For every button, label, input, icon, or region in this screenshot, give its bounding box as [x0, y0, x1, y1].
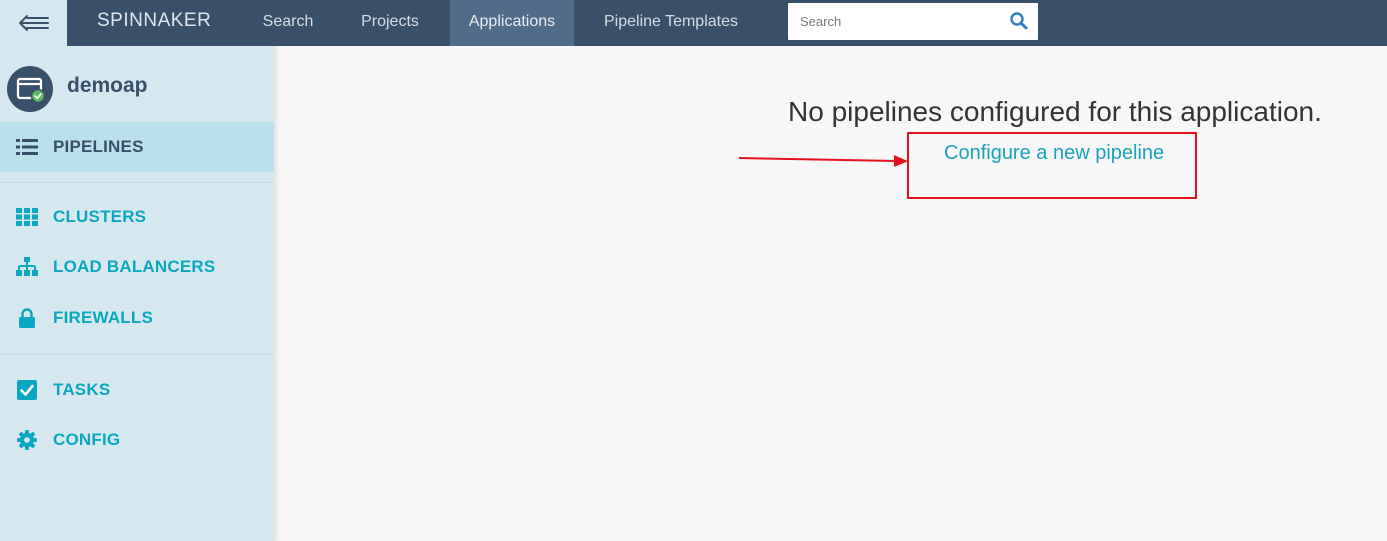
- application-icon: [7, 66, 53, 112]
- sidebar-item-tasks[interactable]: TASKS: [0, 365, 274, 415]
- grid-icon: [16, 206, 38, 228]
- brand-logo[interactable]: SPINNAKER: [97, 0, 211, 46]
- arrow-left-menu-icon: [18, 15, 49, 31]
- sidebar-divider: [0, 182, 274, 183]
- sidebar-item-label: CLUSTERS: [53, 207, 147, 226]
- annotation-arrow-icon: [738, 155, 908, 167]
- nav-applications[interactable]: Applications: [450, 0, 574, 46]
- sidebar-item-pipelines[interactable]: PIPELINES: [0, 122, 274, 172]
- collapse-menu-button[interactable]: [0, 0, 67, 46]
- sidebar-item-clusters[interactable]: CLUSTERS: [0, 192, 274, 242]
- sitemap-icon: [16, 256, 38, 278]
- sidebar-item-label: PIPELINES: [53, 137, 144, 156]
- nav-pipeline-templates[interactable]: Pipeline Templates: [590, 0, 752, 46]
- annotation-highlight-box: [907, 132, 1197, 199]
- search-input[interactable]: [788, 3, 1003, 40]
- lock-icon: [16, 307, 38, 329]
- app-sidebar: demoap PIPELINES CLUSTERS LOAD BALANCERS…: [0, 46, 276, 541]
- empty-state-message: No pipelines configured for this applica…: [788, 96, 1322, 127]
- sidebar-item-label: TASKS: [53, 380, 111, 399]
- main-content: No pipelines configured for this applica…: [278, 46, 1387, 541]
- list-icon: [16, 136, 38, 158]
- search-icon[interactable]: [1009, 11, 1029, 31]
- sidebar-item-label: LOAD BALANCERS: [53, 257, 216, 276]
- gear-icon: [16, 429, 38, 451]
- sidebar-item-config[interactable]: CONFIG: [0, 415, 274, 465]
- sidebar-item-load-balancers[interactable]: LOAD BALANCERS: [0, 242, 274, 292]
- checkbox-icon: [16, 379, 38, 401]
- sidebar-item-label: CONFIG: [53, 430, 121, 449]
- top-nav-bar: SPINNAKER Search Projects Applications P…: [0, 0, 1387, 46]
- nav-search[interactable]: Search: [248, 0, 328, 46]
- application-name: demoap: [67, 74, 148, 97]
- app-header: demoap: [0, 46, 274, 122]
- sidebar-item-firewalls[interactable]: FIREWALLS: [0, 293, 274, 343]
- nav-projects[interactable]: Projects: [345, 0, 435, 46]
- sidebar-divider: [0, 354, 274, 355]
- window-check-icon: [16, 77, 46, 104]
- global-search: [788, 3, 1038, 40]
- sidebar-item-label: FIREWALLS: [53, 308, 154, 327]
